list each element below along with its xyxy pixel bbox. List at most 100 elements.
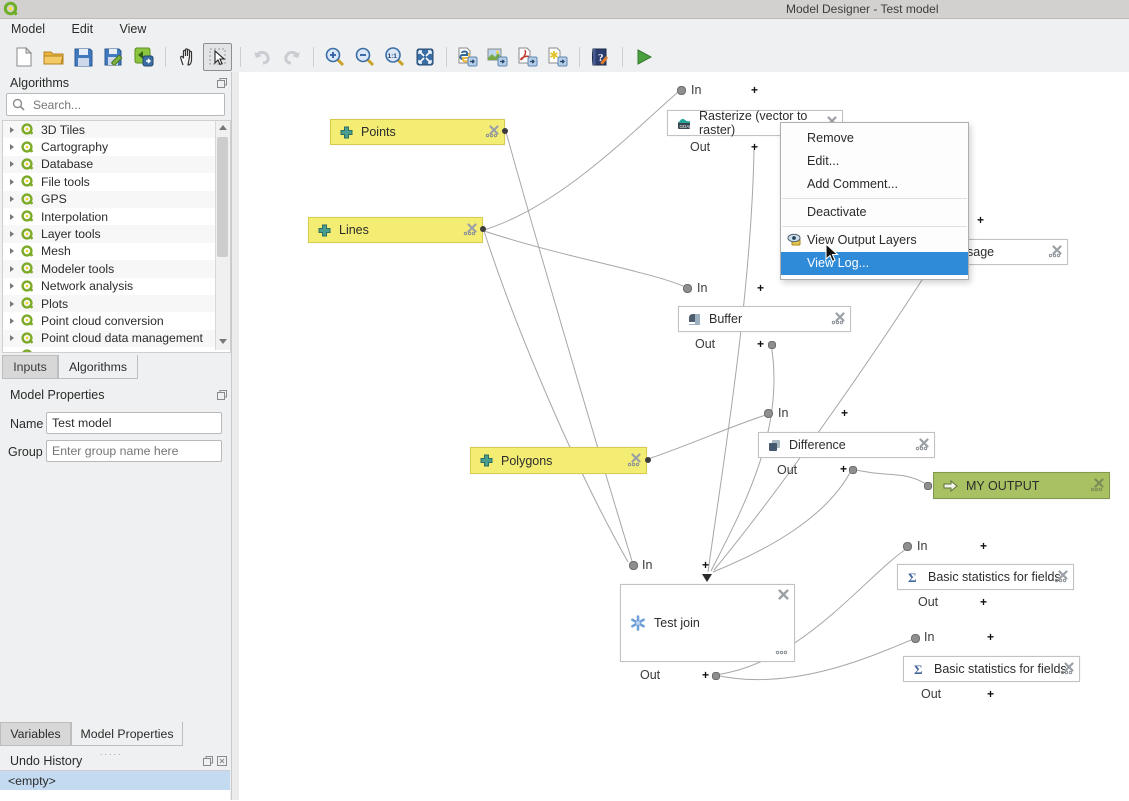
undo-button[interactable] (248, 44, 275, 70)
tree-item-network-analysis[interactable]: Network analysis (3, 278, 215, 295)
menu-item-view-log[interactable]: View Log... (781, 252, 968, 275)
stats1-out-plus[interactable]: + (980, 595, 987, 609)
tab-inputs[interactable]: Inputs (2, 355, 58, 379)
difference-out-socket[interactable] (849, 466, 857, 474)
model-canvas[interactable] (239, 72, 1129, 800)
save-model-as-button[interactable] (100, 44, 127, 70)
node-expand-dots-icon[interactable] (627, 456, 640, 470)
test-join-out-socket[interactable] (712, 672, 720, 680)
rasterize-out-plus[interactable]: + (751, 140, 758, 154)
expand-arrow-icon[interactable] (10, 248, 14, 254)
expand-arrow-icon[interactable] (10, 144, 14, 150)
zoom-out-button[interactable] (351, 44, 378, 70)
tree-item-mesh[interactable]: Mesh (3, 243, 215, 260)
menu-edit[interactable]: Edit (61, 19, 105, 42)
node-polygons[interactable]: Polygons (470, 447, 647, 474)
buffer-in-plus[interactable]: + (757, 281, 764, 295)
menu-model[interactable]: Model (0, 19, 56, 42)
buffer-out-plus[interactable]: + (757, 337, 764, 351)
tree-item-interpolation[interactable]: Interpolation (3, 208, 215, 225)
menu-item-add-comment[interactable]: Add Comment... (781, 173, 968, 196)
node-expand-dots-icon[interactable] (1060, 664, 1073, 678)
points-output-socket[interactable] (502, 128, 508, 134)
difference-in-plus[interactable]: + (841, 406, 848, 420)
tree-item-3d-tiles[interactable]: 3D Tiles (3, 121, 215, 138)
zoom-full-button[interactable] (411, 44, 438, 70)
stats2-in-socket[interactable] (911, 634, 920, 643)
tree-item-gps[interactable]: GPS (3, 191, 215, 208)
tab-model-properties[interactable]: Model Properties (71, 722, 183, 746)
expand-arrow-icon[interactable] (10, 335, 14, 341)
menu-item-remove[interactable]: Remove (781, 127, 968, 150)
export-python-button[interactable] (454, 44, 481, 70)
node-expand-dots-icon[interactable] (485, 127, 498, 141)
test-join-in-plus[interactable]: + (702, 558, 709, 572)
expand-arrow-icon[interactable] (10, 196, 14, 202)
new-model-button[interactable] (10, 44, 37, 70)
help-button[interactable]: ? (587, 44, 614, 70)
difference-out-plus[interactable]: + (840, 462, 847, 476)
expand-arrow-icon[interactable] (10, 266, 14, 272)
export-pdf-button[interactable] (514, 44, 541, 70)
node-buffer[interactable]: Buffer (678, 306, 851, 332)
zoom-in-button[interactable] (321, 44, 348, 70)
menu-item-edit[interactable]: Edit... (781, 150, 968, 173)
model-group-field[interactable] (46, 440, 222, 462)
zoom-actual-size-button[interactable]: 1:1 (381, 44, 408, 70)
node-difference[interactable]: Difference (758, 432, 935, 458)
dock-splitter-handle[interactable]: ..... (100, 747, 123, 757)
tree-item-layer-tools[interactable]: Layer tools (3, 225, 215, 242)
search-input[interactable] (31, 95, 220, 114)
menu-view[interactable]: View (109, 19, 158, 42)
save-model-button[interactable] (70, 44, 97, 70)
float-panel-icon[interactable] (203, 756, 213, 766)
undo-history-row-selected[interactable]: <empty> (0, 771, 230, 790)
model-name-field[interactable] (46, 412, 222, 434)
expand-arrow-icon[interactable] (10, 179, 14, 185)
stats2-out-plus[interactable]: + (987, 687, 994, 701)
polygons-output-socket[interactable] (645, 457, 651, 463)
expand-arrow-icon[interactable] (10, 161, 14, 167)
node-resize-icon[interactable] (778, 589, 789, 603)
run-model-button[interactable] (630, 44, 657, 70)
buffer-out-socket[interactable] (768, 341, 776, 349)
float-panel-icon[interactable] (217, 390, 227, 400)
export-image-button[interactable] (484, 44, 511, 70)
expand-arrow-icon[interactable] (10, 214, 14, 220)
scroll-up-icon[interactable] (219, 125, 227, 130)
node-expand-dots-icon[interactable] (1090, 481, 1103, 495)
save-model-in-project-button[interactable] (130, 44, 157, 70)
export-script-button[interactable] (544, 44, 571, 70)
test-join-in-socket[interactable] (629, 561, 638, 570)
my-output-in-socket[interactable] (924, 482, 932, 490)
node-lines[interactable]: Lines (308, 217, 483, 243)
node-expand-dots-icon[interactable] (831, 314, 844, 328)
tab-algorithms[interactable]: Algorithms (58, 355, 138, 379)
node-expand-dots-icon[interactable] (1054, 572, 1067, 586)
expand-arrow-icon[interactable] (10, 318, 14, 324)
tree-scrollbar[interactable] (215, 121, 230, 350)
sage-in-plus[interactable]: + (977, 213, 984, 227)
tree-item-point-cloud-data-management[interactable]: Point cloud data management (3, 330, 215, 347)
tree-item-cartography[interactable]: Cartography (3, 138, 215, 155)
tab-variables[interactable]: Variables (0, 722, 71, 746)
close-panel-icon[interactable] (217, 756, 227, 766)
redo-button[interactable] (278, 44, 305, 70)
menu-item-view-output-layers[interactable]: View Output Layers (781, 229, 968, 252)
select-move-item-button[interactable] (203, 43, 232, 71)
dock-canvas-gutter[interactable] (232, 72, 239, 800)
stats2-in-plus[interactable]: + (987, 630, 994, 644)
tree-item-partial[interactable] (3, 347, 215, 353)
node-basic-statistics-1[interactable]: Σ Basic statistics for fields (897, 564, 1074, 590)
buffer-in-socket[interactable] (683, 284, 692, 293)
expand-arrow-icon[interactable] (10, 231, 14, 237)
expand-arrow-icon[interactable] (10, 127, 14, 133)
scroll-down-icon[interactable] (219, 339, 227, 344)
tree-item-point-cloud-conversion[interactable]: Point cloud conversion (3, 312, 215, 329)
rasterize-in-plus[interactable]: + (751, 83, 758, 97)
tree-item-database[interactable]: Database (3, 156, 215, 173)
expand-arrow-icon[interactable] (10, 301, 14, 307)
node-expand-dots-icon[interactable] (463, 225, 476, 239)
tree-item-plots[interactable]: Plots (3, 295, 215, 312)
node-points[interactable]: Points (330, 119, 505, 145)
